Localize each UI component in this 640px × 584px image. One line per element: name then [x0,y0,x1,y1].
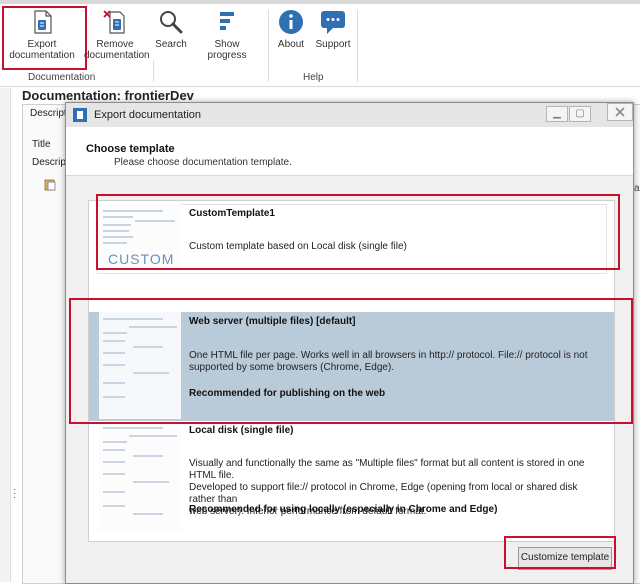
template-recommendation: Recommended for using locally (especiall… [189,504,498,515]
group-label-documentation: Documentation [28,72,96,83]
choose-template-subheading: Please choose documentation template. [114,157,292,168]
left-navigation-strip [0,88,11,582]
group-label-help: Help [303,72,324,83]
close-button[interactable] [607,103,633,121]
template-item-local-disk[interactable]: Local disk (single file) Visually and fu… [89,421,614,536]
info-icon [279,10,303,34]
group-separator [153,60,154,82]
remove-document-icon [103,10,125,34]
maximize-button[interactable]: ▢ [569,106,591,122]
dialog-header: Choose template Please choose documentat… [66,127,633,176]
dialog-app-icon [73,108,87,122]
template-name: Local disk (single file) [189,425,294,436]
ribbon-top-border [0,0,640,4]
description-line: Developed to support file:// protocol in… [189,482,578,505]
search-button[interactable]: Search [152,8,190,50]
progress-bars-icon [220,12,234,30]
remove-label-line2: documentation [84,50,150,61]
annotation-box-web-server [69,298,633,424]
chat-bubble-icon [321,11,345,34]
title-field-label: Title [32,139,51,150]
show-progress-button[interactable]: Show progress [194,8,260,61]
dialog-title: Export documentation [94,109,202,121]
remove-documentation-button[interactable]: Remove documentation [84,8,150,61]
about-label: About [277,39,305,50]
support-button[interactable]: Support [312,8,354,50]
show-progress-label: Show progress [207,39,247,61]
minimize-button[interactable]: ▁ [546,106,568,122]
annotation-box-customize [504,536,616,569]
minimize-icon: ▁ [553,108,561,119]
splitter-grip[interactable]: · · · [13,485,16,503]
search-label: Search [155,39,187,50]
annotation-box-custom-template [96,194,620,270]
support-label: Support [315,39,351,50]
documentation-title: Documentation: frontierDev [22,88,194,103]
tab-description[interactable]: Descripti [30,108,69,119]
description-line: Visually and functionally the same as "M… [189,458,585,481]
group-separator [268,10,269,82]
paste-icon[interactable] [44,178,56,191]
maximize-icon: ▢ [575,108,585,119]
group-separator [357,10,358,82]
right-column-fragment: ar [634,183,640,194]
choose-template-heading: Choose template [86,143,175,155]
close-icon [615,107,625,117]
about-button[interactable]: About [272,8,310,50]
search-icon [160,11,183,34]
annotation-box-export [2,6,87,70]
template-thumbnail [99,421,181,531]
dialog-titlebar[interactable]: Export documentation ▁ ▢ [66,103,633,127]
remove-label-line1: Remove [96,39,134,50]
ribbon-toolbar: Export documentation Remove documentatio… [0,0,640,87]
